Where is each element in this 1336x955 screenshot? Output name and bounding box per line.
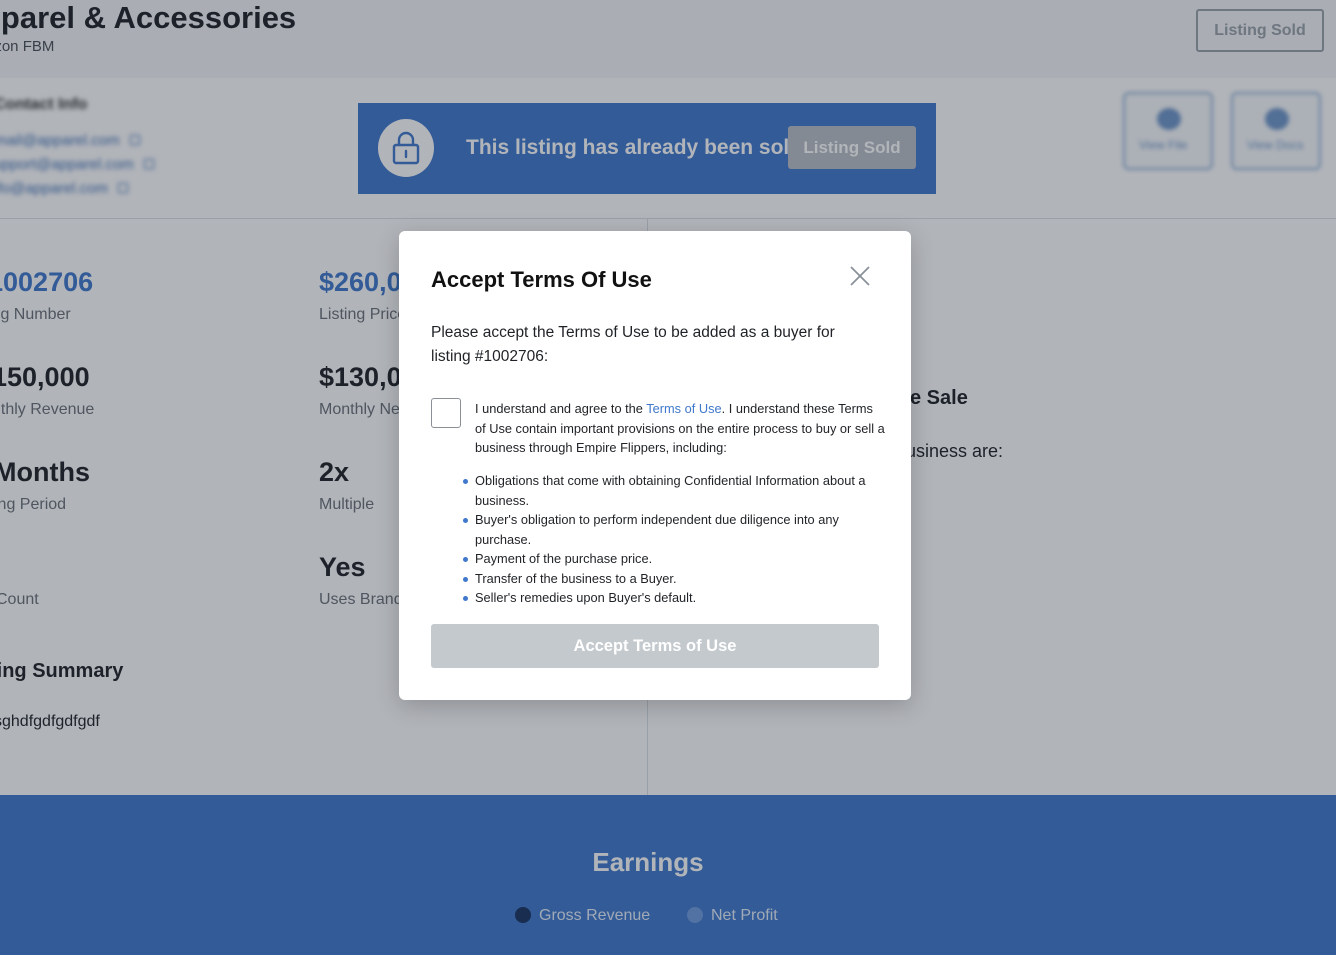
terms-modal: Accept Terms Of Use Please accept the Te… xyxy=(399,231,911,700)
list-item: Transfer of the business to a Buyer. xyxy=(463,569,885,589)
list-item: Seller's remedies upon Buyer's default. xyxy=(463,588,885,608)
terms-of-use-link[interactable]: Terms of Use xyxy=(646,401,721,416)
agree-text: I understand and agree to the Terms of U… xyxy=(475,399,885,458)
modal-intro: Please accept the Terms of Use to be add… xyxy=(431,324,835,365)
modal-title: Accept Terms Of Use xyxy=(431,267,652,292)
list-item: Buyer's obligation to perform independen… xyxy=(463,510,885,549)
list-item: Payment of the purchase price. xyxy=(463,549,885,569)
list-item: Obligations that come with obtaining Con… xyxy=(463,471,885,510)
terms-bullets: Obligations that come with obtaining Con… xyxy=(463,471,885,608)
accept-terms-button[interactable]: Accept Terms of Use xyxy=(431,624,879,668)
close-icon[interactable] xyxy=(845,261,875,291)
terms-checkbox[interactable] xyxy=(431,398,461,428)
agree-prefix: I understand and agree to the xyxy=(475,401,647,416)
